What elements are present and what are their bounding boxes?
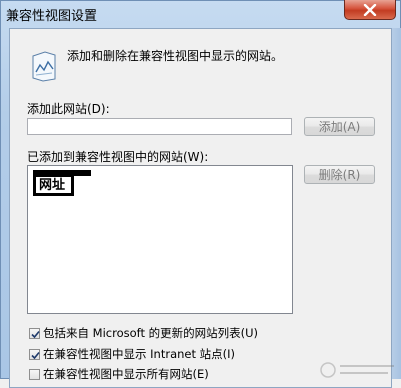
check-icon [31, 351, 40, 359]
list-item[interactable]: 网址 [33, 174, 75, 196]
site-list-label: 已添加到兼容性视图中的网站(W): [27, 150, 209, 164]
title-bar[interactable]: 兼容性视图设置 [0, 0, 401, 28]
watermark [318, 360, 398, 379]
close-icon [363, 3, 377, 16]
remove-button[interactable]: 删除(R) [304, 165, 375, 184]
option-intranet-sites[interactable]: 在兼容性视图中显示 Intranet 站点(I) [29, 346, 235, 362]
option-label: 在兼容性视图中显示所有网站(E) [43, 367, 209, 381]
option-all-sites[interactable]: 在兼容性视图中显示所有网站(E) [29, 366, 209, 382]
header-description: 添加和删除在兼容性视图中显示的网站。 [67, 49, 284, 63]
window-right-border [392, 28, 401, 379]
add-button[interactable]: 添加(A) [304, 117, 375, 136]
option-label: 在兼容性视图中显示 Intranet 站点(I) [43, 347, 236, 361]
option-label: 包括来自 Microsoft 的更新的网站列表(U) [43, 326, 259, 340]
check-icon [31, 330, 40, 338]
window-title: 兼容性视图设置 [6, 9, 98, 24]
intranet-sites-checkbox[interactable] [29, 348, 40, 360]
microsoft-list-checkbox[interactable] [29, 327, 40, 339]
close-button[interactable] [344, 0, 396, 20]
add-site-label: 添加此网站(D): [27, 102, 110, 116]
site-listbox[interactable]: 网址 [27, 165, 293, 314]
all-sites-checkbox[interactable] [29, 368, 40, 380]
option-microsoft-list[interactable]: 包括来自 Microsoft 的更新的网站列表(U) [29, 325, 258, 341]
add-site-input[interactable] [27, 118, 292, 135]
sites-document-icon [31, 50, 57, 82]
